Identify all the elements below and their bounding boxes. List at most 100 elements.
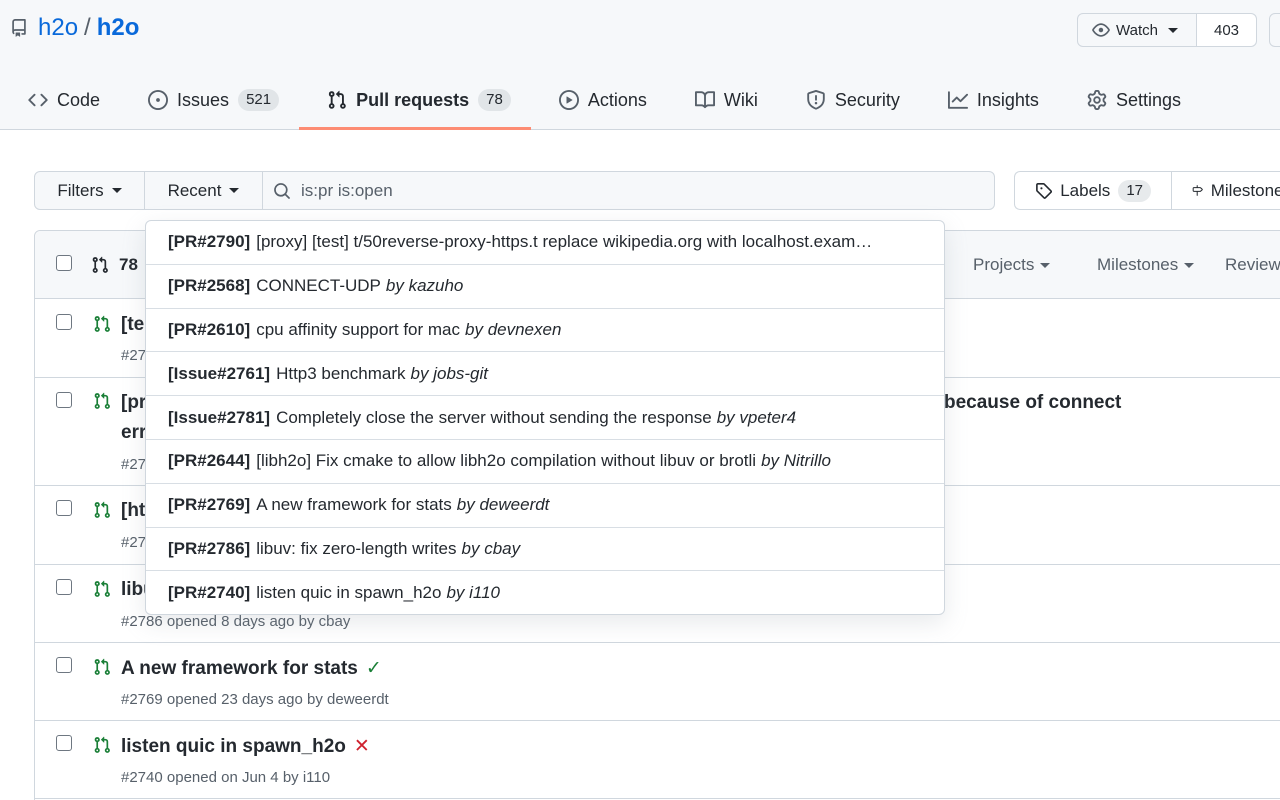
pr-meta: #2740 opened on Jun 4 by i110 (121, 769, 331, 786)
tab-issues[interactable]: Issues 521 (120, 78, 299, 122)
check-failure-icon[interactable]: ✕ (354, 735, 370, 758)
dropdown-item[interactable]: [Issue#2761] Http3 benchmark by jobs-git (146, 352, 944, 397)
pr-meta: #2769 opened 23 days ago by deweerdt (121, 691, 389, 708)
graph-icon (947, 91, 968, 109)
book-icon (694, 91, 715, 109)
open-pull-request-icon (94, 392, 110, 409)
repo-name-link[interactable]: h2o (97, 14, 140, 42)
eye-icon (1092, 23, 1110, 37)
filters-button[interactable]: Filters (34, 171, 145, 210)
dropdown-item[interactable]: [PR#2644] [libh2o] Fix cmake to allow lib… (146, 440, 944, 484)
row-checkbox[interactable] (56, 314, 72, 330)
code-icon (28, 93, 48, 107)
labels-label: Labels (1060, 180, 1111, 200)
watch-count[interactable]: 403 (1197, 14, 1256, 46)
tab-actions[interactable]: Actions (531, 78, 667, 122)
milestones-button[interactable]: Milestones (1172, 172, 1280, 209)
issue-icon (148, 90, 169, 110)
row-checkbox[interactable] (56, 657, 72, 673)
open-count-label: 78 (119, 255, 138, 274)
tab-code[interactable]: Code (0, 78, 120, 122)
dropdown-item[interactable]: [PR#2786] libuv: fix zero-length writes by… (146, 528, 944, 572)
play-icon (558, 90, 579, 110)
milestones-filter-label: Milestones (1097, 255, 1179, 274)
repo-header: h2o / h2o Watch 403 Code Issues 521 Pull… (0, 0, 1280, 130)
repo-owner-link[interactable]: h2o (38, 14, 78, 42)
tab-insights[interactable]: Insights (920, 78, 1059, 122)
chevron-down-icon (111, 188, 122, 193)
pr-title-link[interactable]: [ht (121, 500, 145, 522)
search-input[interactable]: is:pr is:open (263, 171, 995, 210)
repo-icon (12, 19, 26, 37)
issues-counter: 521 (238, 89, 280, 111)
dropdown-item[interactable]: [PR#2740] listen quic in spawn_h2o by i110 (146, 571, 944, 614)
open-pull-request-icon (94, 736, 110, 753)
chevron-down-icon (1184, 262, 1195, 268)
row-checkbox[interactable] (56, 500, 72, 516)
watch-group: Watch 403 (1077, 13, 1257, 47)
watch-button[interactable]: Watch (1078, 14, 1197, 46)
tab-settings[interactable]: Settings (1059, 78, 1201, 122)
reviews-label: Reviews (1225, 255, 1280, 274)
dropdown-item[interactable]: [PR#2790] [proxy] [test] t/50reverse-prox… (146, 221, 944, 265)
pull-request-icon (92, 256, 108, 273)
repo-tabs: Code Issues 521 Pull requests 78 Actions… (0, 78, 1201, 130)
open-pull-request-icon (94, 315, 110, 332)
filters-label: Filters (57, 180, 104, 200)
pr-title-link[interactable]: [te (121, 314, 144, 336)
pr-title-continued[interactable]: because of connect (944, 392, 1121, 414)
reviews-filter[interactable]: Reviews (1225, 255, 1280, 275)
milestones-label: Milestones (1210, 180, 1280, 200)
pr-title-link[interactable]: listen quic in spawn_h2o ✕ (121, 735, 370, 758)
row-checkbox[interactable] (56, 735, 72, 751)
pr-title-link[interactable]: A new framework for stats ✓ (121, 657, 382, 680)
chevron-down-icon (1167, 27, 1178, 33)
pr-meta: #27 (121, 456, 147, 473)
tab-pull-requests[interactable]: Pull requests 78 (299, 78, 531, 130)
list-item: listen quic in spawn_h2o ✕ #2740 opened … (35, 721, 1280, 799)
tab-issues-label: Issues (177, 89, 230, 110)
dropdown-item[interactable]: [PR#2610] cpu affinity support for mac by … (146, 309, 944, 353)
tab-security-label: Security (834, 89, 900, 110)
repo-separator: / (84, 14, 91, 41)
labels-button[interactable]: Labels 17 (1015, 172, 1172, 209)
repo-title: h2o / h2o (10, 14, 139, 42)
tab-wiki[interactable]: Wiki (667, 78, 778, 122)
tab-security[interactable]: Security (778, 78, 920, 122)
chevron-down-icon (1040, 262, 1051, 268)
search-icon (274, 182, 290, 199)
gear-icon (1087, 90, 1107, 110)
pr-meta: #27 (121, 347, 147, 364)
search-value: is:pr is:open (301, 180, 393, 200)
shield-icon (807, 90, 825, 110)
check-success-icon[interactable]: ✓ (366, 657, 382, 680)
open-pull-request-icon (94, 501, 110, 518)
tab-settings-label: Settings (1115, 89, 1181, 110)
dropdown-item[interactable]: [Issue#2781] Completely close the server … (146, 396, 944, 440)
tab-code-label: Code (57, 89, 101, 110)
labels-counter: 17 (1118, 179, 1151, 202)
pull-request-icon (328, 90, 346, 109)
recent-button[interactable]: Recent (145, 171, 263, 210)
select-all-checkbox[interactable] (56, 255, 72, 271)
pr-title-link[interactable]: [pr (121, 392, 146, 414)
open-count[interactable]: 78 (91, 255, 138, 275)
pr-meta: #27 (121, 534, 147, 551)
milestones-filter[interactable]: Milestones (1097, 255, 1195, 275)
fork-button[interactable] (1269, 13, 1280, 47)
projects-filter[interactable]: Projects (973, 255, 1051, 275)
dropdown-item[interactable]: [PR#2769] A new framework for stats by dew… (146, 484, 944, 528)
watch-label: Watch (1116, 21, 1158, 39)
chevron-down-icon (229, 188, 240, 193)
dropdown-item[interactable]: [PR#2568] CONNECT-UDP by kazuho (146, 265, 944, 309)
recent-label: Recent (167, 180, 222, 200)
projects-label: Projects (973, 255, 1035, 274)
row-checkbox[interactable] (56, 392, 72, 408)
labels-milestones-group: Labels 17 Milestones (1014, 171, 1280, 210)
row-checkbox[interactable] (56, 579, 72, 595)
tab-pull-requests-label: Pull requests (356, 89, 470, 110)
recent-dropdown-menu: [PR#2790] [proxy] [test] t/50reverse-prox… (145, 220, 945, 615)
pull-requests-counter: 78 (478, 89, 511, 111)
pr-title-line2[interactable]: err (121, 422, 146, 444)
tag-icon (1036, 182, 1052, 199)
